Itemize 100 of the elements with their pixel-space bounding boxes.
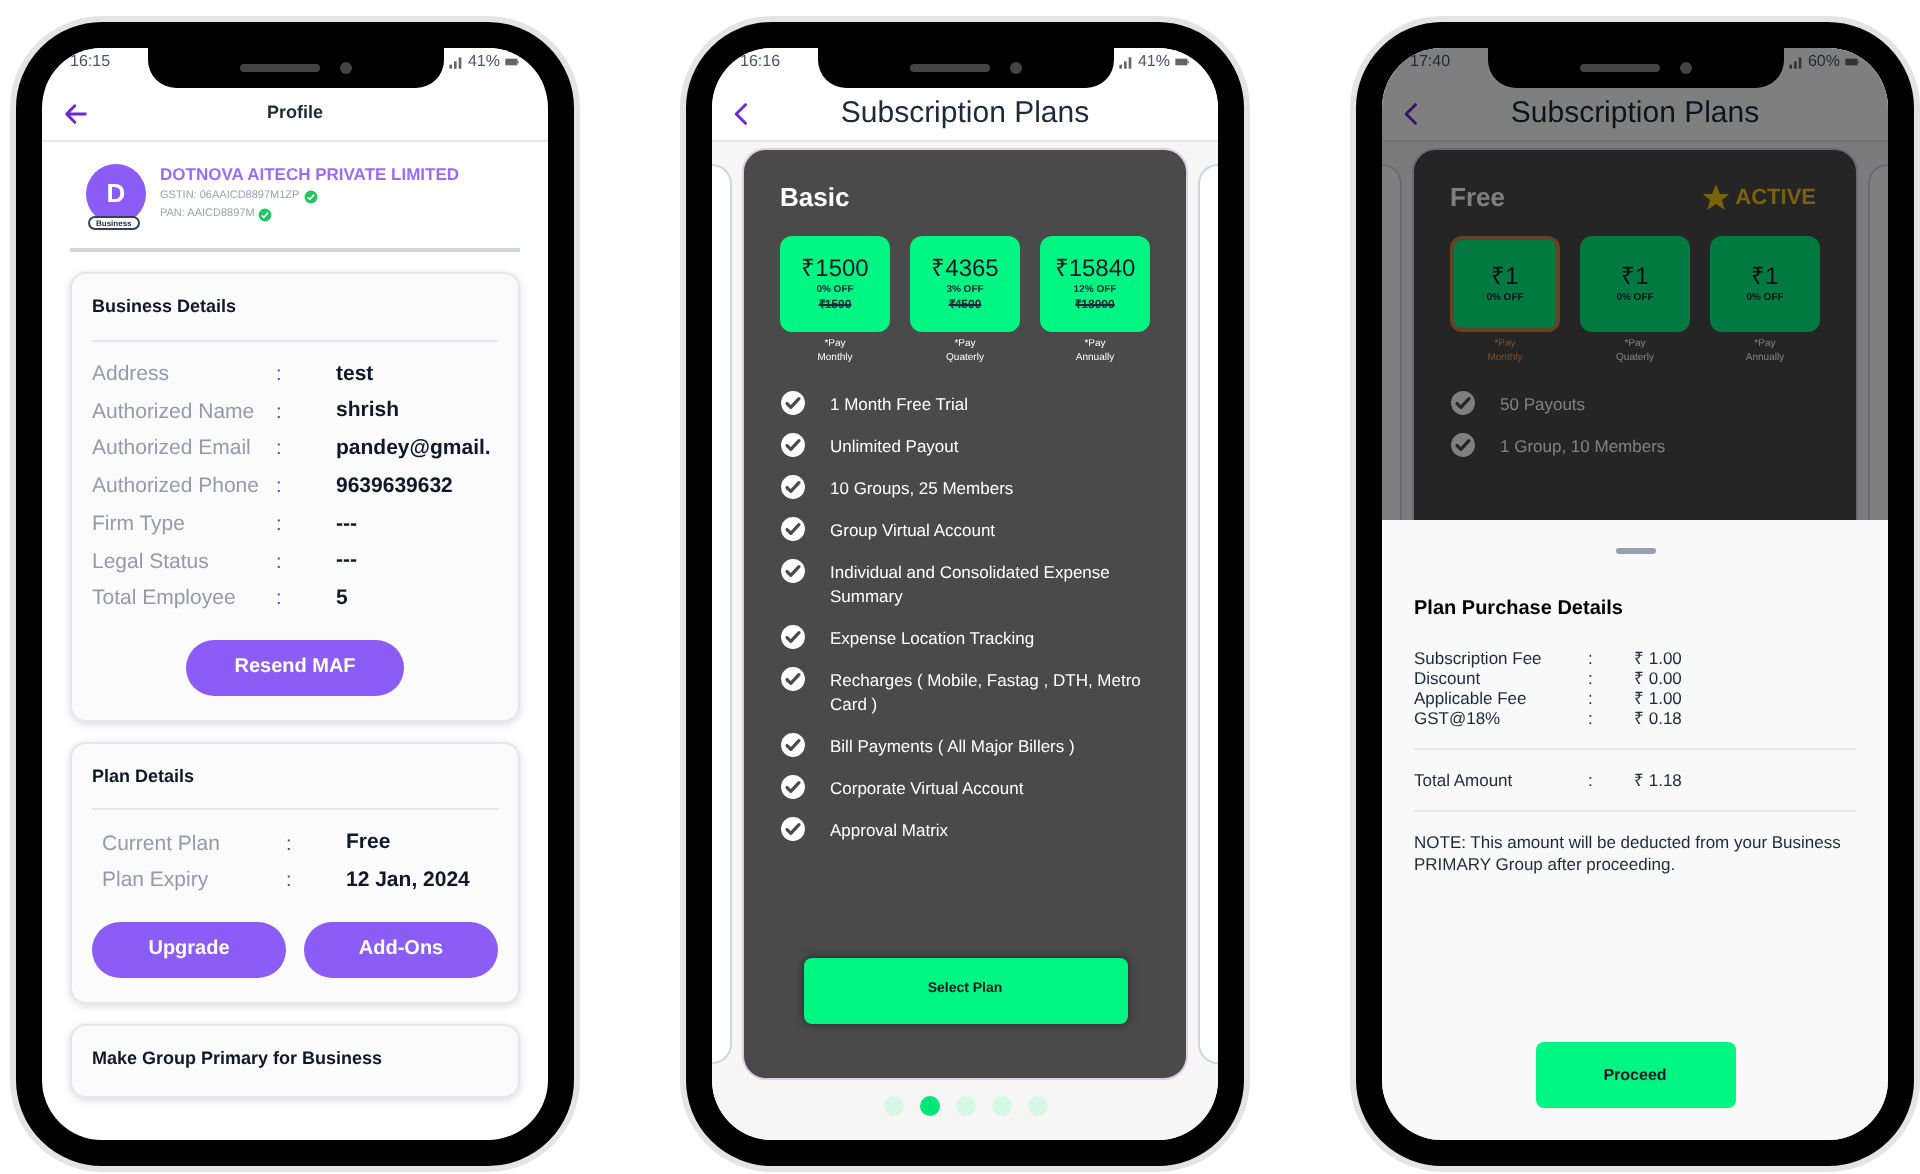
tile-price: ₹1500 [801,253,869,281]
feature-text: 1 Month Free Trial [830,391,968,415]
check-circle-icon [780,623,806,649]
tile-price: ₹1 [1751,261,1779,289]
field-label: Authorized Email [92,436,253,463]
status-time: 16:15 [70,50,111,74]
fee-value: ₹ 1.00 [1634,648,1684,668]
tile-price: ₹15840 [1054,253,1136,281]
field-separator: : [276,586,284,615]
feature-text: Individual and Consolidated Expense Summary [830,559,1112,607]
signal-icon [447,54,464,70]
company-name: DOTNOVA AITECH PRIVATE LIMITED [160,164,460,186]
speaker-grille [239,64,319,72]
speaker-grille [909,64,989,72]
feature-text: Unlimited Payout [830,433,959,457]
fee-value: ₹ 0.18 [1634,708,1684,728]
screen-title: Subscription Plans [1510,93,1760,134]
fee-value: ₹ 1.00 [1634,688,1684,708]
fee-separator: : [1588,668,1595,688]
feature-text: Approval Matrix [830,817,949,841]
field-separator: : [276,361,284,390]
check-circle-icon [780,557,806,583]
check-circle-icon [780,815,806,841]
card-title: Business Details [92,294,239,320]
field-separator: : [276,436,284,465]
speaker-grille [1579,64,1659,72]
check-circle-icon [780,473,806,499]
fee-label: Applicable Fee [1414,688,1529,708]
check-circle-icon [780,773,806,799]
field-value: pandey@gmail. [336,434,493,464]
fee-separator: : [1588,770,1595,790]
field-separator: : [276,511,284,540]
plan-name: Basic [780,180,850,216]
field-label: Address [92,361,172,388]
field-value: test [336,359,376,389]
field-label: Total Employee [92,586,238,613]
battery-icon [504,54,520,70]
fee-value: ₹ 1.18 [1634,770,1684,790]
sheet-title: Plan Purchase Details [1414,596,1625,624]
field-separator: : [286,831,294,860]
field-separator: : [286,868,294,897]
field-label: Firm Type [92,511,187,538]
field-value: shrish [336,396,402,427]
feature-text: 10 Groups, 25 Members [830,475,1014,499]
feature-text: Expense Location Tracking [830,625,1035,649]
field-separator: : [276,549,284,578]
avatar-letter: D [106,176,126,213]
field-separator: : [276,399,284,428]
field-label: Plan Expiry [102,868,211,895]
screen-title: Subscription Plans [840,93,1090,134]
feature-text: Group Virtual Account [830,517,996,541]
action-button[interactable]: Upgrade [92,921,286,978]
battery-level: 41% [467,50,500,74]
feature-text: Corporate Virtual Account [830,775,1024,799]
tile-price: ₹4365 [931,253,999,281]
field-label: Legal Status [92,549,211,576]
field-label: Authorized Phone [92,474,261,501]
battery-level: 60% [1807,50,1840,74]
signal-icon [1117,54,1134,70]
fee-separator: : [1588,708,1595,728]
feature-text: 1 Group, 10 Members [1500,433,1666,457]
check-circle-icon [780,515,806,541]
back-arrow-icon[interactable] [62,100,90,128]
fee-value: ₹ 0.00 [1634,668,1684,688]
field-value: 5 [336,584,350,614]
fee-label: GST@18% [1414,708,1503,728]
check-circle-icon [1450,431,1476,457]
proceed-button[interactable]: Proceed [1535,1042,1735,1108]
feature-text: Recharges ( Mobile, Fastag , DTH, Metro Card ) [830,667,1142,715]
plan-name: Free [1450,180,1505,216]
tile-price: ₹1 [1621,261,1649,289]
battery-icon [1174,54,1190,70]
sheet-handle[interactable] [1615,548,1655,554]
card-title: Plan Details [92,763,197,790]
field-label: Current Plan [102,831,222,858]
check-circle-icon [780,389,806,415]
action-button[interactable]: Add-Ons [304,921,498,978]
star-icon [1699,181,1732,214]
check-circle-icon [780,431,806,457]
field-value: Free [346,828,393,859]
status-time: 16:16 [740,50,781,74]
fee-label: Total Amount [1414,770,1515,790]
fee-label: Subscription Fee [1414,648,1544,668]
fee-label: Discount [1414,668,1483,688]
feature-text: 50 Payouts [1500,391,1586,415]
field-value: 9639639632 [336,471,455,502]
field-value: --- [336,546,359,577]
check-circle-icon [780,665,806,691]
check-circle-icon [1450,389,1476,415]
tile-price: ₹1 [1491,261,1519,289]
battery-icon [1844,54,1860,70]
sheet-note: NOTE: This amount will be deducted from your Business PRIMARY Group after proceeding. [1414,832,1843,876]
signal-icon [1787,54,1804,70]
field-value: 12 Jan, 2024 [346,866,472,896]
check-circle-icon [780,731,806,757]
field-label: Authorized Name [92,399,257,426]
fee-separator: : [1588,648,1595,668]
action-button[interactable]: Resend MAF [186,639,404,696]
active-label: ACTIVE [1735,183,1816,213]
card-title: Make Group Primary for Business [92,1045,385,1072]
